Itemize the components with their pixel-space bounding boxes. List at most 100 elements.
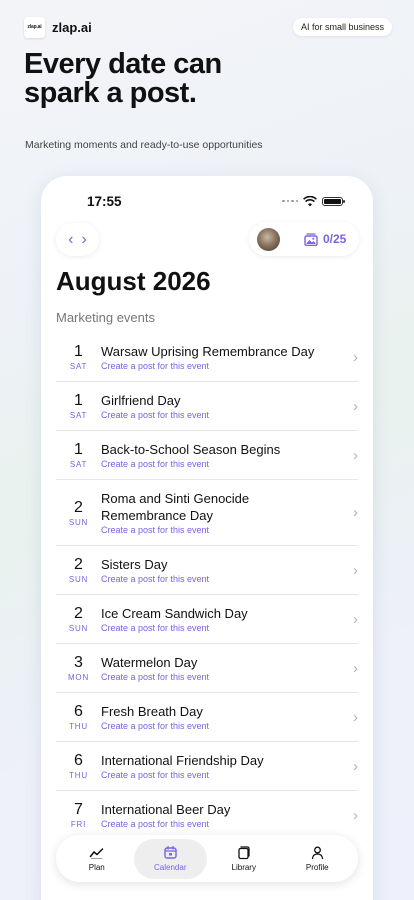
create-post-link[interactable]: Create a post for this event xyxy=(101,361,358,371)
create-post-link[interactable]: Create a post for this event xyxy=(101,459,358,469)
event-date: 2 SUN xyxy=(56,605,101,633)
tab-library[interactable]: Library xyxy=(207,839,281,879)
chevron-right-icon: › xyxy=(353,708,358,726)
hero-subtitle: Marketing moments and ready-to-use oppor… xyxy=(25,139,263,151)
event-title: Roma and Sinti Genocide Remembrance Day xyxy=(101,491,250,523)
event-weekday: SAT xyxy=(69,362,88,371)
event-date: 7 FRI xyxy=(56,801,101,829)
tab-label: Plan xyxy=(88,863,105,872)
event-date: 2 SUN xyxy=(56,499,101,527)
event-weekday: MON xyxy=(67,673,90,682)
event-row[interactable]: 1 SAT Warsaw Uprising Remembrance Day Cr… xyxy=(56,333,358,382)
tab-label: Calendar xyxy=(154,863,187,872)
event-day: 3 xyxy=(74,654,83,671)
signal-icon xyxy=(282,199,298,203)
event-day: 6 xyxy=(74,752,83,769)
event-row[interactable]: 6 THU International Friendship Day Creat… xyxy=(56,742,358,791)
tab-calendar[interactable]: Calendar xyxy=(133,838,207,879)
event-day: 2 xyxy=(74,498,83,516)
create-post-link[interactable]: Create a post for this event xyxy=(101,410,358,420)
create-post-link[interactable]: Create a post for this event xyxy=(101,623,358,633)
brand-name: zlap.ai xyxy=(52,19,92,35)
event-date: 3 MON xyxy=(56,654,101,682)
event-row[interactable]: 2 SUN Ice Cream Sandwich Day Create a po… xyxy=(56,595,358,644)
event-date: 1 SAT xyxy=(56,441,101,469)
tab-profile[interactable]: Profile xyxy=(281,839,355,879)
event-date: 1 SAT xyxy=(56,392,101,420)
tab-label: Library xyxy=(231,863,256,872)
status-time: 17:55 xyxy=(87,193,122,209)
chevron-right-icon[interactable]: › xyxy=(82,231,87,248)
event-row[interactable]: 2 SUN Sisters Day Create a post for this… xyxy=(56,546,358,595)
chevron-right-icon: › xyxy=(353,610,358,628)
chevron-right-icon: › xyxy=(353,446,358,464)
event-day: 6 xyxy=(74,703,83,720)
create-post-link[interactable]: Create a post for this event xyxy=(101,574,358,584)
image-stack-icon[interactable] xyxy=(304,232,318,246)
event-row[interactable]: 6 THU Fresh Breath Day Create a post for… xyxy=(56,693,358,742)
header-actions: 0/25 xyxy=(249,222,359,256)
avatar[interactable] xyxy=(257,227,280,251)
tagline-badge: AI for small business xyxy=(292,18,392,36)
event-date: 6 THU xyxy=(56,703,101,731)
month-navigation: ‹ › xyxy=(56,223,99,256)
event-title: International Friendship Day xyxy=(101,753,264,768)
event-title: Girlfriend Day xyxy=(101,393,181,408)
chevron-right-icon: › xyxy=(353,348,358,366)
wifi-icon xyxy=(303,195,317,206)
create-post-link[interactable]: Create a post for this event xyxy=(101,672,358,682)
trend-line-icon xyxy=(90,848,104,859)
create-post-link[interactable]: Create a post for this event xyxy=(101,721,358,731)
event-row[interactable]: 7 FRI International Beer Day Create a po… xyxy=(56,791,358,839)
create-post-link[interactable]: Create a post for this event xyxy=(101,525,358,535)
event-row[interactable]: 2 SUN Roma and Sinti Genocide Remembranc… xyxy=(56,480,358,546)
event-title: Watermelon Day xyxy=(101,655,198,670)
event-day: 1 xyxy=(74,441,83,458)
event-date: 2 SUN xyxy=(56,556,101,584)
status-icons xyxy=(282,195,345,207)
month-title: August 2026 xyxy=(56,266,211,296)
library-icon xyxy=(238,846,250,860)
chevron-right-icon: › xyxy=(353,504,358,521)
tab-plan[interactable]: Plan xyxy=(60,839,134,879)
chevron-right-icon: › xyxy=(353,397,358,415)
create-post-link[interactable]: Create a post for this event xyxy=(101,770,358,780)
tab-label: Profile xyxy=(305,863,329,872)
event-weekday: THU xyxy=(69,722,88,731)
chevron-right-icon: › xyxy=(353,659,358,677)
event-row[interactable]: 1 SAT Back-to-School Season Begins Creat… xyxy=(56,431,358,480)
event-weekday: SAT xyxy=(69,460,88,469)
event-row[interactable]: 3 MON Watermelon Day Create a post for t… xyxy=(56,644,358,693)
chevron-left-icon[interactable]: ‹ xyxy=(68,231,73,248)
event-weekday: THU xyxy=(69,771,88,780)
event-weekday: SUN xyxy=(68,517,89,527)
chevron-right-icon: › xyxy=(353,757,358,775)
event-weekday: FRI xyxy=(70,820,87,829)
event-day: 2 xyxy=(74,556,83,573)
calendar-icon xyxy=(164,845,177,859)
chevron-right-icon: › xyxy=(353,561,358,579)
event-row[interactable]: 1 SAT Girlfriend Day Create a post for t… xyxy=(56,382,358,431)
event-weekday: SUN xyxy=(68,575,89,584)
event-date: 6 THU xyxy=(56,752,101,780)
phone-mockup: 17:55 ‹ › 0/25 August 2026 Marketing eve… xyxy=(41,176,373,900)
event-day: 7 xyxy=(74,801,83,818)
top-bar: zlap.ai zlap.ai AI for small business xyxy=(24,16,392,38)
user-icon xyxy=(311,846,323,860)
bottom-tab-bar: Plan Calendar Library Profile xyxy=(56,835,358,882)
status-bar: 17:55 xyxy=(87,193,345,209)
event-title: Back-to-School Season Begins xyxy=(101,442,281,457)
brand-logo: zlap.ai xyxy=(24,16,45,38)
brand[interactable]: zlap.ai zlap.ai xyxy=(24,16,92,38)
event-day: 1 xyxy=(74,343,83,360)
section-label: Marketing events xyxy=(56,310,155,325)
event-list: 1 SAT Warsaw Uprising Remembrance Day Cr… xyxy=(56,333,358,839)
event-weekday: SAT xyxy=(69,411,88,420)
event-date: 1 SAT xyxy=(56,343,101,371)
chevron-right-icon: › xyxy=(353,806,358,824)
event-day: 1 xyxy=(74,392,83,409)
create-post-link[interactable]: Create a post for this event xyxy=(101,819,358,829)
post-counter[interactable]: 0/25 xyxy=(323,232,346,246)
hero-title: Every date can spark a post. xyxy=(24,48,222,109)
event-title: Ice Cream Sandwich Day xyxy=(101,606,248,621)
